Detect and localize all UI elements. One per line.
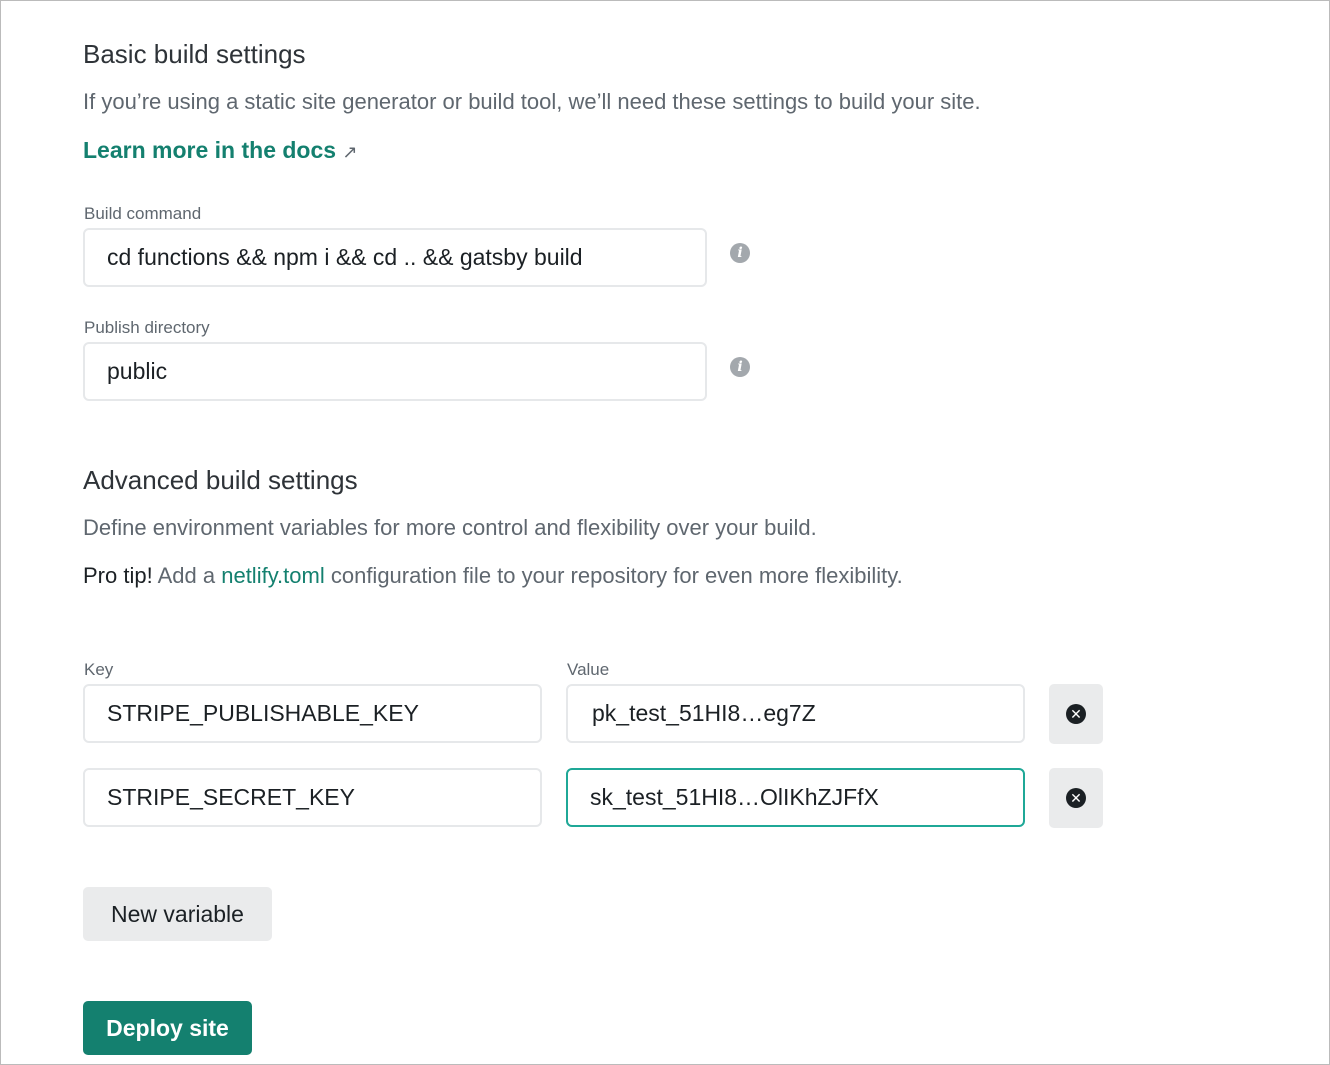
delete-variable-button[interactable]: ✕ [1049,684,1103,744]
env-value-text: sk_test_51HI8…OlIKhZJFfX [590,784,879,810]
pro-tip-text: configuration file to your repository fo… [324,563,903,588]
basic-settings-description: If you’re using a static site generator … [83,89,981,114]
pro-tip-prefix: Pro tip! [83,563,153,588]
env-value-input[interactable]: pk_test_51HI8…eg7Z [566,684,1025,743]
env-key-input[interactable]: STRIPE_PUBLISHABLE_KEY [83,684,542,743]
publish-directory-input[interactable]: public [83,342,707,401]
advanced-settings-title: Advanced build settings [83,465,358,495]
docs-link-label: Learn more in the docs [83,137,337,163]
build-command-label: Build command [84,204,202,223]
env-value-text: pk_test_51HI8…eg7Z [592,700,816,726]
env-value-input[interactable]: sk_test_51HI8…OlIKhZJFfX [566,768,1025,827]
delete-variable-button[interactable]: ✕ [1049,768,1103,828]
new-variable-button[interactable]: New variable [83,887,272,941]
info-icon[interactable]: i [730,243,750,263]
basic-settings-title: Basic build settings [83,39,306,69]
close-icon: ✕ [1066,704,1086,724]
external-link-icon: ↗ [342,142,358,162]
info-icon[interactable]: i [730,357,750,377]
value-label: Value [567,660,610,679]
docs-link[interactable]: Learn more in the docs ↗ [83,137,358,164]
close-icon: ✕ [1066,788,1086,808]
deploy-site-button[interactable]: Deploy site [83,1001,252,1055]
key-label: Key [84,660,114,679]
pro-tip: Pro tip! Add a netlify.toml configuratio… [83,563,903,589]
env-key-input[interactable]: STRIPE_SECRET_KEY [83,768,542,827]
pro-tip-text: Add a [152,563,222,588]
publish-directory-label: Publish directory [84,318,210,337]
advanced-settings-description: Define environment variables for more co… [83,515,817,540]
netlify-toml-link[interactable]: netlify.toml [221,563,325,588]
build-command-input[interactable]: cd functions && npm i && cd .. && gatsby… [83,228,707,287]
